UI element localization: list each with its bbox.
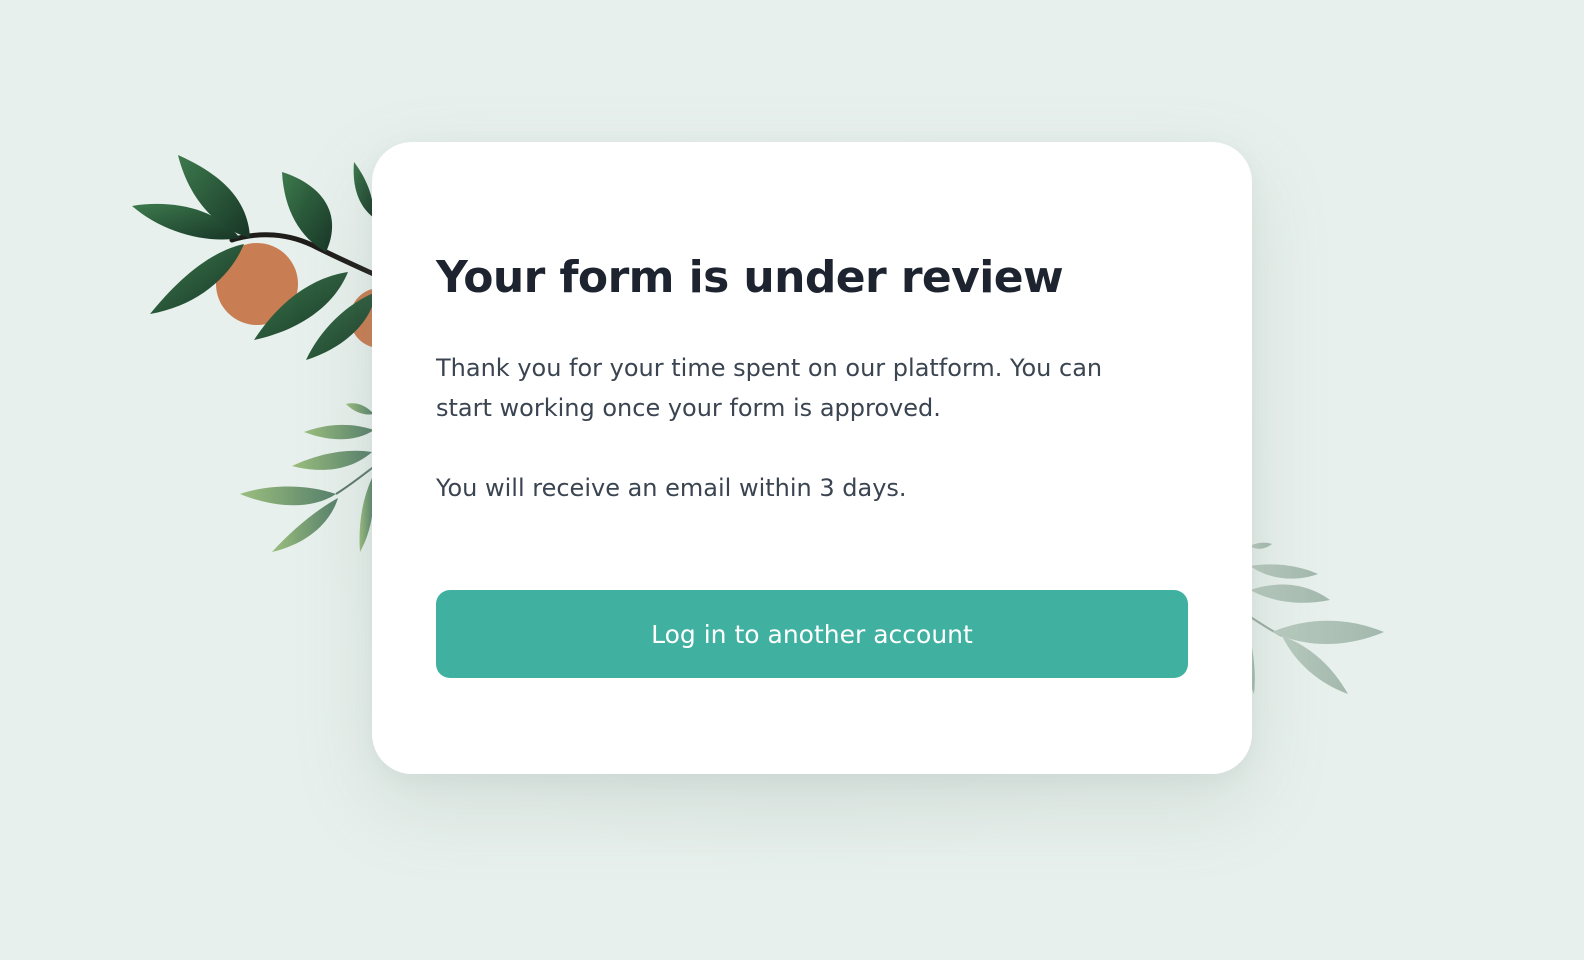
login-another-account-button[interactable]: Log in to another account — [436, 590, 1188, 678]
olive-branch-left — [240, 403, 381, 552]
page-title: Your form is under review — [436, 252, 1064, 303]
review-status-card: Your form is under review Thank you for … — [372, 142, 1252, 774]
email-notice: You will receive an email within 3 days. — [436, 474, 907, 502]
orange-branch — [132, 155, 410, 360]
status-description: Thank you for your time spent on our pla… — [436, 354, 1103, 422]
olive-branch-right — [1245, 542, 1384, 694]
